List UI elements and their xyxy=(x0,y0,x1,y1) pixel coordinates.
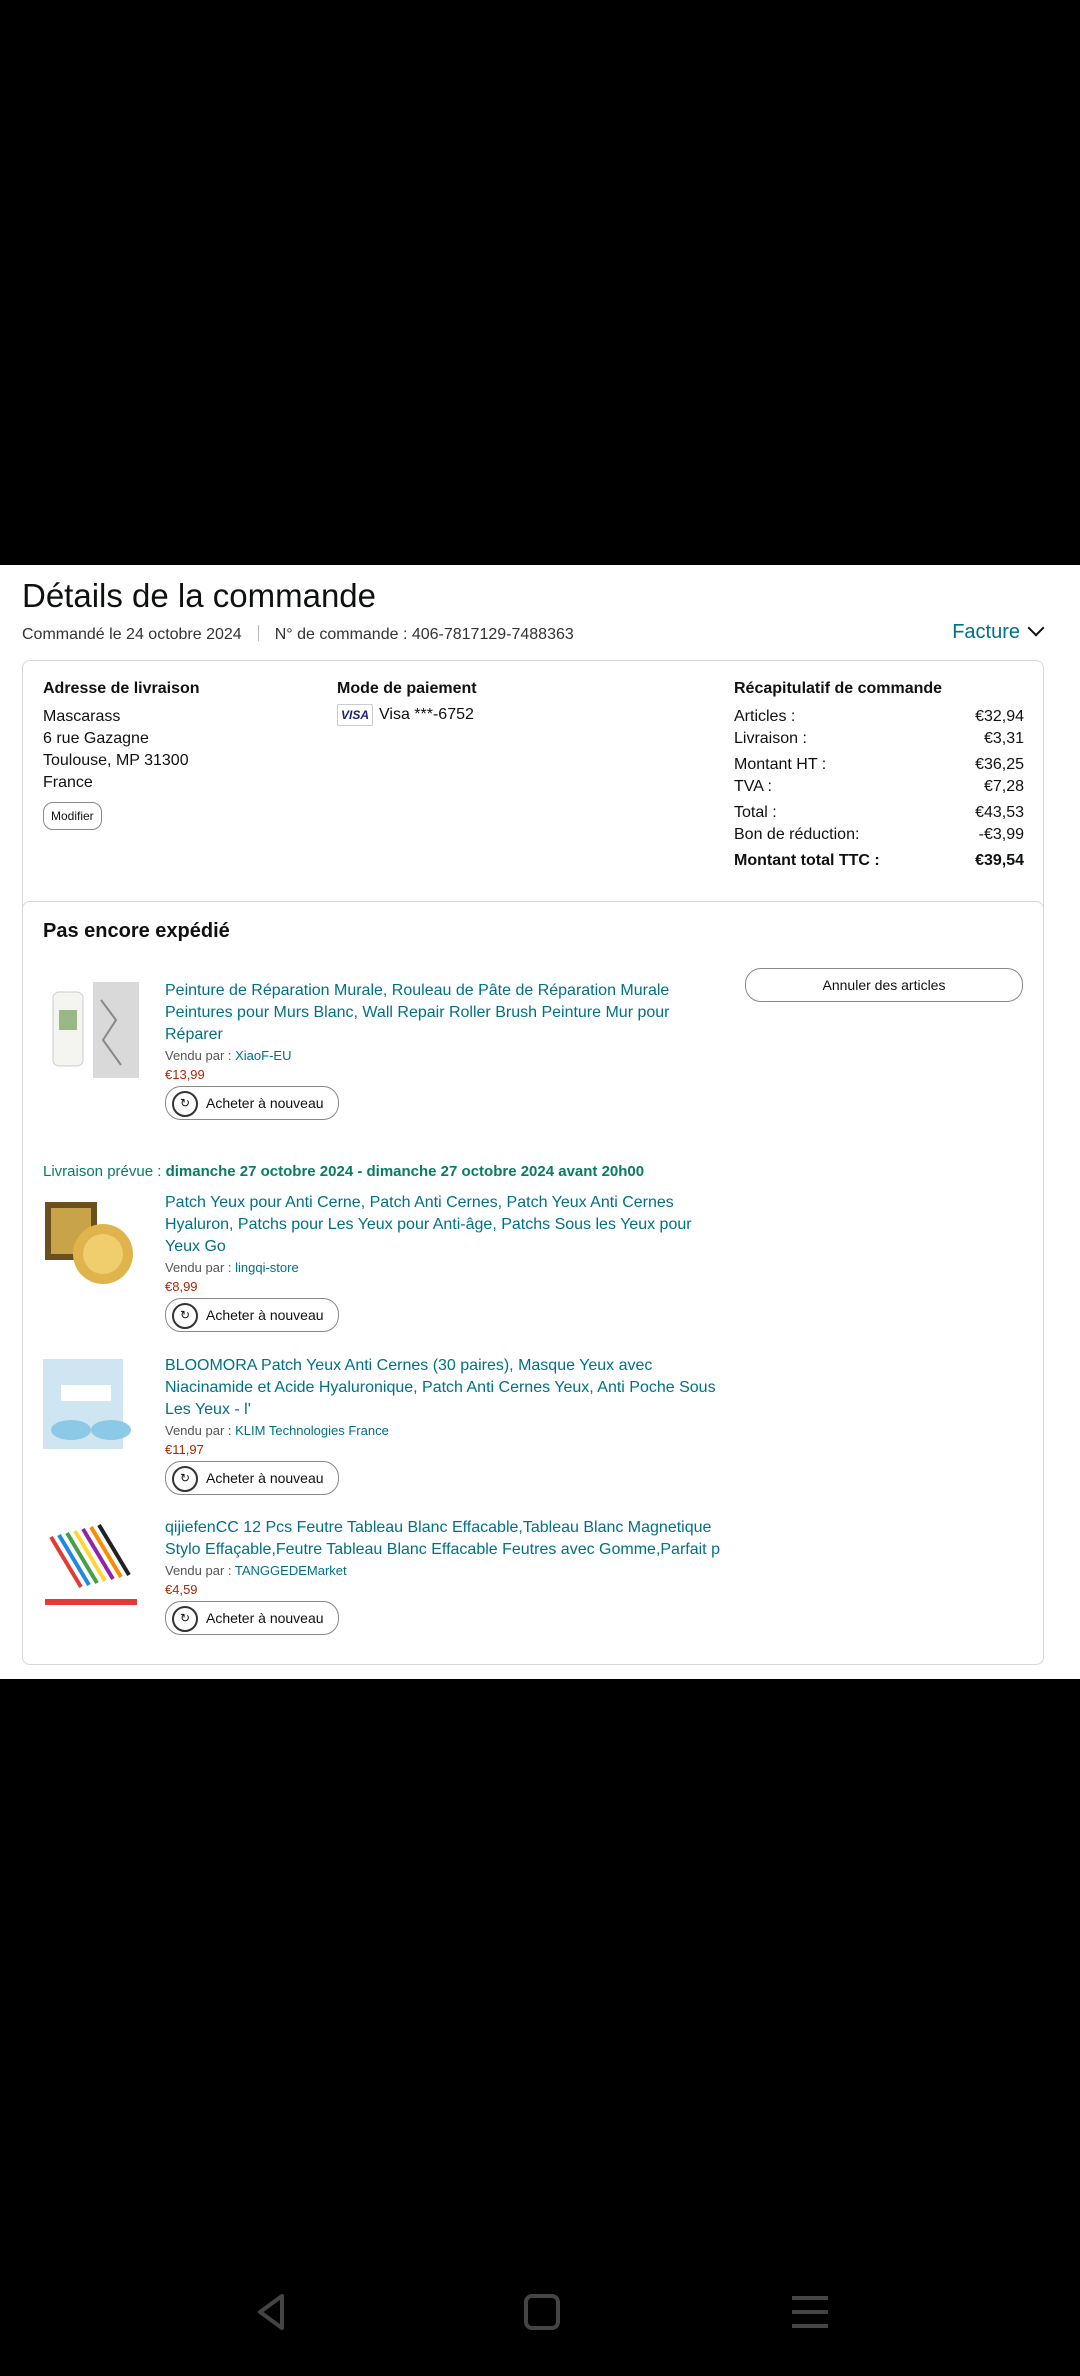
product-title-link[interactable]: Patch Yeux pour Anti Cerne, Patch Anti C… xyxy=(165,1192,725,1258)
address-lines: Mascarass 6 rue Gazagne Toulouse, MP 313… xyxy=(43,706,200,794)
shipping-address: Adresse de livraison Mascarass 6 rue Gaz… xyxy=(43,678,200,830)
seller-link[interactable]: TANGGEDEMarket xyxy=(235,1563,347,1578)
cancel-items-button[interactable]: Annuler des articles xyxy=(745,968,1023,1002)
item-info: qijiefenCC 12 Pcs Feutre Tableau Blanc E… xyxy=(165,1517,725,1635)
summary-row: Livraison : €3,31 xyxy=(734,728,1024,750)
back-icon[interactable] xyxy=(250,2290,294,2334)
address-line: France xyxy=(43,774,93,791)
shipment-card: Pas encore expédié Annuler des articles … xyxy=(22,901,1044,1665)
home-icon[interactable] xyxy=(520,2290,564,2334)
item-info: Patch Yeux pour Anti Cerne, Patch Anti C… xyxy=(165,1192,725,1332)
summary-row: Total : €43,53 xyxy=(734,802,1024,824)
product-image-wall-repair[interactable] xyxy=(41,980,141,1080)
grand-total-label: Montant total TTC : xyxy=(734,852,880,869)
summary-value: €32,94 xyxy=(975,708,1024,725)
seller-line: Vendu par : TANGGEDEMarket xyxy=(165,1563,725,1578)
summary-row: Articles : €32,94 xyxy=(734,706,1024,728)
buy-again-icon: ↻ xyxy=(172,1091,198,1118)
address-line: Toulouse, MP 31300 xyxy=(43,752,189,769)
order-number: N° de commande : 406-7817129-7488363 xyxy=(274,626,574,643)
item-price: €4,59 xyxy=(165,1582,198,1597)
seller-link[interactable]: XiaoF-EU xyxy=(235,1048,291,1063)
buy-again-icon: ↻ xyxy=(172,1606,198,1633)
buy-again-label: Acheter à nouveau xyxy=(206,1095,324,1111)
buy-again-button[interactable]: ↻ Acheter à nouveau xyxy=(165,1298,339,1332)
summary-value: €43,53 xyxy=(975,804,1024,821)
item-price: €13,99 xyxy=(165,1067,205,1082)
visa-card-icon: VISA xyxy=(337,704,373,726)
summary-value: €7,28 xyxy=(983,778,1024,795)
summary-value: €36,25 xyxy=(975,756,1024,773)
order-date: Commandé le 24 octobre 2024 xyxy=(22,626,242,643)
item-price: €8,99 xyxy=(165,1279,198,1294)
payment-card: VISA Visa ***-6752 xyxy=(337,704,477,726)
grand-total-value: €39,54 xyxy=(975,852,1024,869)
sold-by-label: Vendu par : xyxy=(165,1423,232,1438)
buy-again-button[interactable]: ↻ Acheter à nouveau xyxy=(165,1601,339,1635)
page-title: Détails de la commande xyxy=(22,577,377,614)
seller-line: Vendu par : XiaoF-EU xyxy=(165,1048,725,1063)
system-navigation-bar xyxy=(0,2240,1080,2376)
address-heading: Adresse de livraison xyxy=(43,680,200,697)
summary-row: Bon de réduction: -€3,99 xyxy=(734,824,1024,846)
sold-by-label: Vendu par : xyxy=(165,1260,232,1275)
summary-label: Montant HT : xyxy=(734,756,827,773)
summary-value: -€3,99 xyxy=(978,826,1024,843)
summary-row: Montant HT : €36,25 xyxy=(734,754,1024,776)
delivery-dates: dimanche 27 octobre 2024 - dimanche 27 o… xyxy=(165,1163,645,1180)
chevron-down-icon xyxy=(1027,619,1045,637)
buy-again-button[interactable]: ↻ Acheter à nouveau xyxy=(165,1461,339,1495)
payment-heading: Mode de paiement xyxy=(337,680,477,697)
buy-again-label: Acheter à nouveau xyxy=(206,1470,324,1486)
item-info: BLOOMORA Patch Yeux Anti Cernes (30 pair… xyxy=(165,1355,725,1495)
product-title-link[interactable]: qijiefenCC 12 Pcs Feutre Tableau Blanc E… xyxy=(165,1517,725,1561)
sold-by-label: Vendu par : xyxy=(165,1563,232,1578)
summary-rows: Articles : €32,94 Livraison : €3,31 Montan… xyxy=(734,706,1024,872)
seller-line: Vendu par : KLIM Technologies France xyxy=(165,1423,725,1438)
summary-label: Livraison : xyxy=(734,730,807,747)
seller-line: Vendu par : lingqi-store xyxy=(165,1260,725,1275)
buy-again-icon: ↻ xyxy=(172,1303,198,1330)
address-line: Mascarass xyxy=(43,708,121,725)
product-image-eye-patch[interactable] xyxy=(41,1192,141,1292)
summary-row: TVA : €7,28 xyxy=(734,776,1024,798)
product-title-link[interactable]: Peinture de Réparation Murale, Rouleau d… xyxy=(165,980,725,1046)
sold-by-label: Vendu par : xyxy=(165,1048,232,1063)
buy-again-label: Acheter à nouveau xyxy=(206,1307,324,1323)
invoice-label: Facture xyxy=(952,621,1020,643)
seller-link[interactable]: KLIM Technologies France xyxy=(235,1423,389,1438)
item-price: €11,97 xyxy=(165,1442,204,1457)
summary-label: Bon de réduction: xyxy=(734,826,860,843)
product-image-whiteboard-markers[interactable] xyxy=(41,1517,141,1617)
summary-label: TVA : xyxy=(734,778,772,795)
buy-again-label: Acheter à nouveau xyxy=(206,1610,324,1626)
product-title-link[interactable]: BLOOMORA Patch Yeux Anti Cernes (30 pair… xyxy=(165,1355,725,1421)
item-info: Peinture de Réparation Murale, Rouleau d… xyxy=(165,980,725,1120)
order-meta: Commandé le 24 octobre 2024 N° de command… xyxy=(22,625,574,644)
order-details-page: Détails de la commande Commandé le 24 oc… xyxy=(0,565,1080,1679)
menu-icon[interactable] xyxy=(788,2290,832,2334)
summary-label: Total : xyxy=(734,804,777,821)
payment-method: Mode de paiement VISA Visa ***-6752 xyxy=(337,678,477,726)
seller-link[interactable]: lingqi-store xyxy=(235,1260,299,1275)
order-summary: Récapitulatif de commande Articles : €32,… xyxy=(734,678,1024,872)
buy-again-icon: ↻ xyxy=(172,1466,198,1493)
summary-value: €3,31 xyxy=(983,730,1024,747)
grand-total-row: Montant total TTC : €39,54 xyxy=(734,850,1024,872)
address-line: 6 rue Gazagne xyxy=(43,730,149,747)
card-text: Visa ***-6752 xyxy=(379,706,474,724)
product-image-bloomora-patch[interactable] xyxy=(41,1355,141,1455)
buy-again-button[interactable]: ↻ Acheter à nouveau xyxy=(165,1086,339,1120)
summary-heading: Récapitulatif de commande xyxy=(734,680,943,697)
delivery-prefix: Livraison prévue : xyxy=(43,1163,162,1180)
expected-delivery: Livraison prévue : dimanche 27 octobre 2… xyxy=(43,1163,644,1180)
summary-label: Articles : xyxy=(734,708,796,725)
invoice-dropdown[interactable]: Facture xyxy=(952,619,1045,644)
shipment-status-title: Pas encore expédié xyxy=(43,920,230,942)
modify-address-button[interactable]: Modifier xyxy=(43,802,102,830)
divider xyxy=(257,625,259,641)
